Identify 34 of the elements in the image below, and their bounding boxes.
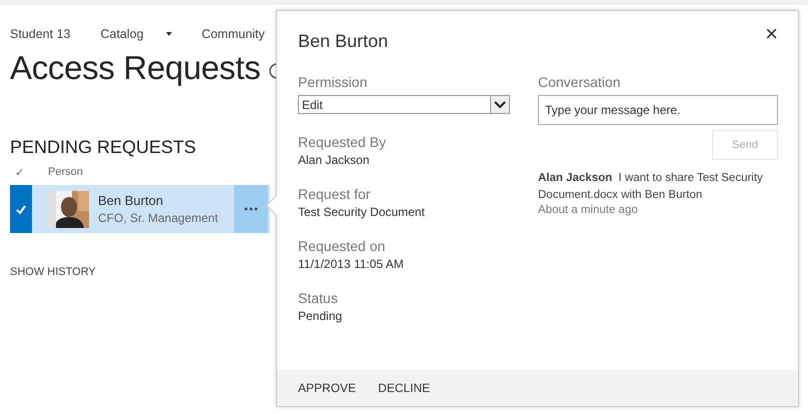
ellipsis-icon <box>244 207 258 211</box>
column-header[interactable]: Person <box>48 166 83 178</box>
field-value: Test Security Document <box>298 205 426 219</box>
page-title: Access Requests <box>10 49 260 87</box>
field-label: Status <box>298 290 339 306</box>
field-label: Permission <box>298 74 368 90</box>
row-checkbox[interactable] <box>10 185 32 233</box>
nav-link[interactable]: Community <box>202 27 265 41</box>
person-role: CFO, Sr. Management <box>98 211 220 225</box>
message-text: Alan Jackson I want to share Test Security Document.docx with Ben Burton <box>538 171 764 203</box>
chevron-down-icon <box>494 100 506 108</box>
field-value: 11/1/2013 11:05 AM <box>298 257 405 271</box>
field-label: Requested on <box>298 238 386 254</box>
message-field[interactable]: Type your message here. <box>538 95 778 125</box>
callout-title: Ben Burton <box>298 31 388 52</box>
close-button[interactable]: × <box>765 23 778 45</box>
field-label: Request for <box>298 186 372 202</box>
checkmark-icon <box>16 204 26 214</box>
message-time: About a minute ago <box>538 204 639 216</box>
field-label: Conversation <box>538 74 622 90</box>
nav-link[interactable]: Student 13 <box>10 27 70 41</box>
request-row[interactable]: Ben Burton CFO, Sr. Management <box>10 185 270 233</box>
field-label: Requested By <box>298 134 387 150</box>
dropdown-caret-icon[interactable] <box>166 32 172 36</box>
section-heading: PENDING REQUESTS <box>10 137 196 158</box>
field-value: Alan Jackson <box>298 153 370 167</box>
select-all-check[interactable]: ✓ <box>10 166 48 178</box>
permission-dropdown[interactable]: Edit <box>298 95 510 114</box>
field-value: Pending <box>298 309 344 323</box>
show-history-link[interactable]: SHOW HISTORY <box>10 266 96 278</box>
action-link[interactable]: DECLINE <box>378 381 430 395</box>
action-link[interactable]: APPROVE <box>298 381 356 395</box>
nav-link[interactable]: Catalog <box>100 27 172 41</box>
person-name[interactable]: Ben Burton <box>98 193 234 208</box>
